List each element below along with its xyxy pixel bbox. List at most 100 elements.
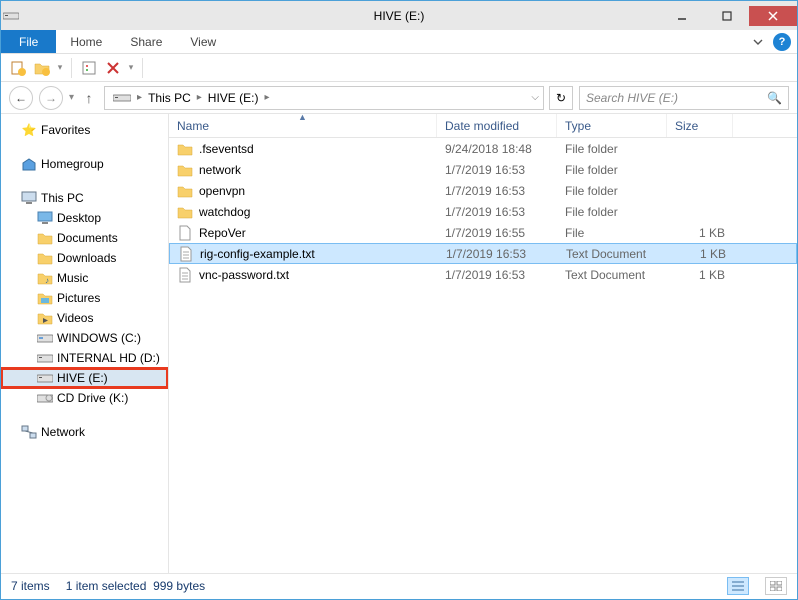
file-row[interactable]: .fseventsd 9/24/2018 18:48File folder <box>169 138 797 159</box>
file-name: vnc-password.txt <box>199 268 289 282</box>
help-button[interactable]: ? <box>773 33 791 51</box>
file-date: 1/7/2019 16:53 <box>437 163 557 177</box>
ribbon-expand-icon[interactable] <box>745 30 771 53</box>
file-menu[interactable]: File <box>1 30 56 53</box>
file-type: Text Document <box>557 268 667 282</box>
column-name[interactable]: Name▲ <box>169 114 437 137</box>
sidebar-item-thispc[interactable]: This PC <box>1 188 168 208</box>
chevron-icon[interactable]: ▸ <box>264 92 269 103</box>
view-large-icons-button[interactable] <box>765 577 787 595</box>
disk-icon <box>37 330 53 346</box>
drive-icon <box>37 370 53 386</box>
sidebar-item-cd-drive-k-[interactable]: CD Drive (K:) <box>1 388 168 408</box>
file-type: File <box>557 226 667 240</box>
file-row[interactable]: network 1/7/2019 16:53File folder <box>169 159 797 180</box>
file-date: 1/7/2019 16:53 <box>437 184 557 198</box>
history-dropdown-icon[interactable]: ⌵ <box>531 92 539 103</box>
file-type: File folder <box>557 184 667 198</box>
file-name: openvpn <box>199 184 245 198</box>
forward-button[interactable]: → <box>39 86 63 110</box>
dropdown-icon[interactable]: ▾ <box>55 57 65 79</box>
tab-view[interactable]: View <box>176 30 230 53</box>
refresh-button[interactable]: ↻ <box>549 86 573 110</box>
breadcrumb-segment[interactable]: HIVE (E:) <box>204 91 263 105</box>
breadcrumb-segment[interactable]: This PC <box>144 91 195 105</box>
file-date: 9/24/2018 18:48 <box>437 142 557 156</box>
navigation-bar: ← → ▾ ↑ ▸ This PC ▸ HIVE (E:) ▸ ⌵ ↻ Sear… <box>1 82 797 114</box>
dropdown-icon[interactable]: ▾ <box>126 57 136 79</box>
delete-icon[interactable] <box>102 57 124 79</box>
drive-icon <box>109 93 135 103</box>
window-title: HIVE (E:) <box>374 9 425 23</box>
close-button[interactable] <box>749 6 797 26</box>
file-name: RepoVer <box>199 226 246 240</box>
file-name: network <box>199 163 241 177</box>
status-bar: 7 items 1 item selected 999 bytes <box>1 573 797 597</box>
svg-text:♪: ♪ <box>45 276 49 285</box>
file-row[interactable]: vnc-password.txt1/7/2019 16:53Text Docum… <box>169 264 797 285</box>
up-button[interactable]: ↑ <box>80 90 98 106</box>
computer-icon <box>21 190 37 206</box>
column-type[interactable]: Type <box>557 114 667 137</box>
sidebar-item-desktop[interactable]: Desktop <box>1 208 168 228</box>
sidebar-item-downloads[interactable]: Downloads <box>1 248 168 268</box>
file-date: 1/7/2019 16:53 <box>437 205 557 219</box>
titlebar: HIVE (E:) <box>1 1 797 30</box>
sidebar-item-music[interactable]: ♪Music <box>1 268 168 288</box>
new-folder-icon[interactable] <box>31 57 53 79</box>
file-row[interactable]: watchdog1/7/2019 16:53File folder <box>169 201 797 222</box>
file-name: watchdog <box>199 205 250 219</box>
pictures-icon <box>37 290 53 306</box>
column-headers: Name▲ Date modified Type Size <box>169 114 797 138</box>
new-item-icon[interactable] <box>7 57 29 79</box>
sidebar-item-network[interactable]: Network <box>1 422 168 442</box>
sidebar-item-windows-c-[interactable]: WINDOWS (C:) <box>1 328 168 348</box>
sidebar-item-pictures[interactable]: Pictures <box>1 288 168 308</box>
file-type: Text Document <box>558 247 668 261</box>
recent-locations-icon[interactable]: ▾ <box>69 92 74 103</box>
window-icon <box>1 11 21 21</box>
folder-icon <box>37 230 53 246</box>
text-icon <box>178 246 194 262</box>
file-size: 1 KB <box>667 226 733 240</box>
ribbon: File Home Share View ? <box>1 30 797 54</box>
maximize-button[interactable] <box>704 6 749 26</box>
sidebar-item-homegroup[interactable]: Homegroup <box>1 154 168 174</box>
back-button[interactable]: ← <box>9 86 33 110</box>
cd-icon <box>37 390 53 406</box>
sidebar-item-videos[interactable]: Videos <box>1 308 168 328</box>
chevron-icon[interactable]: ▸ <box>197 92 202 103</box>
search-icon: 🔍 <box>767 91 782 105</box>
sidebar-item-favorites[interactable]: ⭐ Favorites <box>1 120 168 140</box>
status-count: 7 items <box>11 579 50 593</box>
file-row[interactable]: rig-config-example.txt1/7/2019 16:53Text… <box>169 243 797 264</box>
sidebar-item-documents[interactable]: Documents <box>1 228 168 248</box>
sidebar-item-hive-e-[interactable]: HIVE (E:) <box>1 368 168 388</box>
tab-share[interactable]: Share <box>116 30 176 53</box>
search-input[interactable]: Search HIVE (E:) 🔍 <box>579 86 789 110</box>
breadcrumb[interactable]: ▸ This PC ▸ HIVE (E:) ▸ ⌵ <box>104 86 544 110</box>
network-icon <box>21 424 37 440</box>
file-date: 1/7/2019 16:55 <box>437 226 557 240</box>
navigation-pane: ⭐ Favorites Homegroup This PC DesktopDoc… <box>1 114 169 573</box>
minimize-button[interactable] <box>659 6 704 26</box>
chevron-icon[interactable]: ▸ <box>137 92 142 103</box>
column-size[interactable]: Size <box>667 114 733 137</box>
file-icon <box>177 225 193 241</box>
column-date[interactable]: Date modified <box>437 114 557 137</box>
file-name: rig-config-example.txt <box>200 247 315 261</box>
sidebar-item-internal-hd-d-[interactable]: INTERNAL HD (D:) <box>1 348 168 368</box>
folder-icon <box>177 141 193 157</box>
file-row[interactable]: RepoVer 1/7/2019 16:55File1 KB <box>169 222 797 243</box>
file-name: .fseventsd <box>199 142 254 156</box>
view-details-button[interactable] <box>727 577 749 595</box>
file-type: File folder <box>557 142 667 156</box>
text-icon <box>177 267 193 283</box>
file-row[interactable]: openvpn 1/7/2019 16:53File folder <box>169 180 797 201</box>
file-size: 1 KB <box>667 268 733 282</box>
tab-home[interactable]: Home <box>56 30 116 53</box>
file-type: File folder <box>557 163 667 177</box>
properties-icon[interactable] <box>78 57 100 79</box>
folder-icon <box>37 250 53 266</box>
status-selection: 1 item selected <box>66 579 147 593</box>
